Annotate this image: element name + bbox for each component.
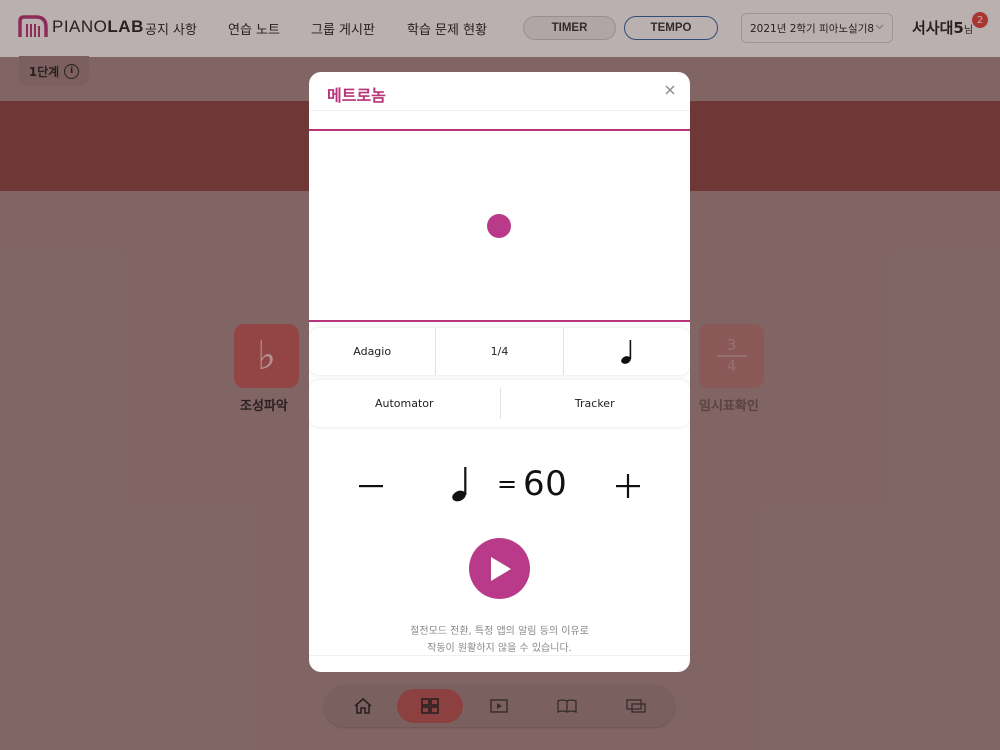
modal-title: 메트로놈 [327, 86, 386, 105]
tempo-term-select[interactable]: Adagio [309, 328, 435, 375]
minus-icon[interactable] [357, 472, 385, 500]
plus-icon[interactable] [614, 472, 642, 500]
mode-row: Automator Tracker [309, 380, 690, 427]
notice-line-1: 절전모드 전환, 특정 앱의 알림 등의 이유로 [410, 626, 589, 637]
beat-fraction-select[interactable]: 1/4 [435, 328, 562, 375]
beat-dot [487, 214, 511, 238]
close-icon[interactable] [663, 82, 677, 96]
bpm-value: 60 [523, 464, 568, 504]
modal-bottom-divider [309, 655, 690, 656]
quarter-note-icon [620, 339, 632, 364]
settings-row: Adagio 1/4 [309, 328, 690, 375]
tempo-equals: = [497, 470, 518, 498]
quarter-note-icon [451, 466, 471, 502]
tracker-button[interactable]: Tracker [499, 380, 691, 427]
automator-button[interactable]: Automator [309, 380, 500, 427]
play-icon [490, 556, 511, 581]
metronome-modal: 메트로놈 Adagio 1/4 Automator Tracker = 60 절… [309, 72, 690, 672]
play-button[interactable] [469, 538, 530, 599]
notice-text: 절전모드 전환, 특정 앱의 알림 등의 이유로 작동이 원활하지 않을 수 있… [309, 623, 690, 657]
title-divider [309, 110, 690, 111]
note-value-select[interactable] [562, 328, 690, 375]
beat-indicator-area [309, 129, 690, 322]
